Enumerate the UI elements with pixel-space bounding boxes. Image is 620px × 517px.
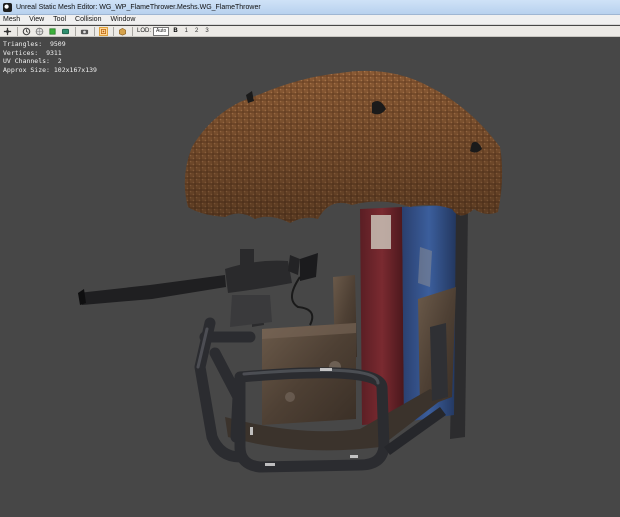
toolbar-separator [132, 26, 133, 36]
toolbar-separator [17, 26, 18, 36]
box-icon[interactable] [118, 27, 127, 36]
static-mesh-editor-window: Unreal Static Mesh Editor: WG_WP_FlameTh… [0, 0, 620, 517]
flamethrower-mesh-render [78, 70, 503, 473]
pivot-icon[interactable] [3, 27, 12, 36]
menu-collision[interactable]: Collision [75, 16, 101, 23]
menu-mesh[interactable]: Mesh [3, 16, 20, 23]
lod-1-button[interactable]: 1 [185, 28, 188, 34]
vertices-stat: Vertices: 9311 [3, 48, 62, 57]
lod-label: LOD: [137, 28, 152, 34]
toolbar: LOD: Auto B 1 2 3 [0, 26, 620, 37]
approx-size-stat: Approx Size: 102x167x139 [3, 65, 97, 74]
uv-channels-stat: UV Channels: 2 [3, 57, 62, 65]
lod-3-button[interactable]: 3 [205, 28, 208, 34]
window-title: Unreal Static Mesh Editor: WG_WP_FlameTh… [16, 3, 261, 11]
toolbar-separator [94, 26, 95, 36]
menu-tool[interactable]: Tool [53, 16, 66, 23]
toolbar-separator [113, 26, 114, 36]
menu-bar: Mesh View Tool Collision Window [0, 15, 620, 25]
camera-icon[interactable] [80, 27, 89, 36]
toolbar-separator [75, 26, 76, 36]
mesh-stats-overlay: Triangles: 9509 Vertices: 9311 UV Channe… [3, 40, 97, 74]
green-dot-icon[interactable] [48, 27, 57, 36]
wireframe-icon[interactable] [35, 27, 44, 36]
title-bar: Unreal Static Mesh Editor: WG_WP_FlameTh… [0, 0, 620, 15]
unreal-icon [3, 2, 12, 12]
lod-auto-button[interactable]: Auto [153, 26, 170, 36]
collision-icon[interactable] [61, 27, 70, 36]
menu-window[interactable]: Window [110, 16, 135, 23]
lod-base-button[interactable]: B [173, 28, 177, 34]
active-view-icon[interactable] [99, 26, 108, 36]
triangles-stat: Triangles: 9509 [3, 40, 66, 48]
menu-view[interactable]: View [29, 16, 44, 23]
realtime-icon[interactable] [22, 27, 31, 36]
mesh-viewport[interactable]: Triangles: 9509 Vertices: 9311 UV Channe… [0, 37, 620, 517]
lod-2-button[interactable]: 2 [195, 28, 198, 34]
